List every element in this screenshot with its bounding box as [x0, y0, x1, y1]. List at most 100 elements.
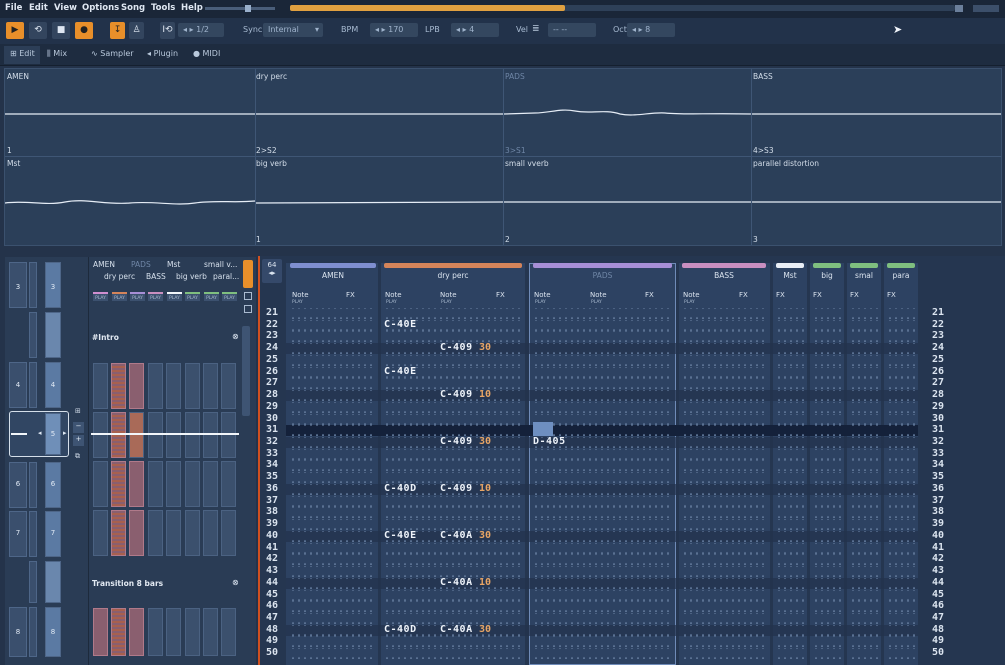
- empty-cell[interactable]: [776, 448, 804, 460]
- note-cell[interactable]: C-40A: [440, 624, 473, 635]
- empty-cell[interactable]: [850, 495, 878, 507]
- sync-select[interactable]: Internal ▾: [263, 23, 323, 37]
- tab-midi[interactable]: ● MIDI: [193, 49, 220, 58]
- empty-cell[interactable]: [887, 378, 915, 390]
- empty-cell[interactable]: [850, 413, 878, 425]
- empty-cell[interactable]: [290, 437, 374, 449]
- empty-cell[interactable]: [850, 542, 878, 554]
- track-name-para[interactable]: para: [887, 271, 915, 280]
- empty-cell[interactable]: [887, 589, 915, 601]
- matrix-clip[interactable]: [221, 461, 236, 507]
- matrix-clip[interactable]: [221, 608, 236, 656]
- empty-cell[interactable]: [384, 413, 522, 425]
- empty-cell[interactable]: [776, 343, 804, 355]
- empty-cell[interactable]: [887, 448, 915, 460]
- empty-cell[interactable]: [776, 507, 804, 519]
- matrix-scrollbar[interactable]: [242, 326, 250, 416]
- empty-cell[interactable]: [887, 472, 915, 484]
- matrix-option-toggle[interactable]: [244, 305, 252, 313]
- matrix-clip[interactable]: [93, 363, 108, 409]
- block-loop-button[interactable]: I⟲: [160, 22, 175, 39]
- empty-cell[interactable]: [813, 319, 841, 331]
- empty-cell[interactable]: [682, 601, 766, 613]
- empty-cell[interactable]: [776, 390, 804, 402]
- fx-column-header[interactable]: FX: [645, 291, 654, 299]
- empty-cell[interactable]: [850, 577, 878, 589]
- empty-cell[interactable]: [290, 331, 374, 343]
- section-title[interactable]: Transition 8 bars: [92, 579, 163, 588]
- matrix-clip[interactable]: [93, 461, 108, 507]
- matrix-clip[interactable]: [203, 608, 218, 656]
- matrix-mode-toggle[interactable]: [243, 260, 253, 288]
- matrix-clip[interactable]: [111, 510, 126, 556]
- empty-cell[interactable]: [384, 378, 522, 390]
- menu-file[interactable]: File: [5, 3, 22, 13]
- volume-cell[interactable]: 10: [479, 483, 491, 494]
- empty-cell[interactable]: [533, 566, 672, 578]
- empty-cell[interactable]: [682, 460, 766, 472]
- matrix-clip[interactable]: [185, 412, 200, 458]
- pattern-length-field[interactable]: 64 ◂▸: [262, 259, 282, 283]
- volume-cell[interactable]: 30: [479, 342, 491, 353]
- empty-cell[interactable]: [813, 483, 841, 495]
- empty-cell[interactable]: [813, 612, 841, 624]
- empty-cell[interactable]: [384, 519, 522, 531]
- sequence-slot[interactable]: [29, 462, 37, 508]
- empty-cell[interactable]: [290, 413, 374, 425]
- track-name-dry-perc[interactable]: dry perc: [384, 271, 522, 280]
- tab-sampler[interactable]: ∿ Sampler: [91, 49, 134, 58]
- empty-cell[interactable]: [290, 601, 374, 613]
- empty-cell[interactable]: [887, 554, 915, 566]
- note-column-header[interactable]: Note: [683, 291, 700, 299]
- track-play-button[interactable]: PLAY: [222, 292, 237, 301]
- empty-cell[interactable]: [384, 612, 522, 624]
- volume-cell[interactable]: 30: [479, 530, 491, 541]
- track-name-pads[interactable]: PADS: [533, 271, 672, 280]
- empty-cell[interactable]: [887, 319, 915, 331]
- empty-cell[interactable]: [850, 343, 878, 355]
- empty-cell[interactable]: [290, 554, 374, 566]
- edit-cursor[interactable]: [533, 422, 553, 437]
- empty-cell[interactable]: [290, 530, 374, 542]
- empty-cell[interactable]: [813, 425, 841, 437]
- matrix-clip[interactable]: [166, 412, 181, 458]
- empty-cell[interactable]: [533, 601, 672, 613]
- empty-cell[interactable]: [290, 354, 374, 366]
- bpm-field[interactable]: ◂ ▸ 170: [370, 23, 418, 37]
- empty-cell[interactable]: [290, 378, 374, 390]
- empty-cell[interactable]: [850, 354, 878, 366]
- empty-cell[interactable]: [533, 378, 672, 390]
- empty-cell[interactable]: [384, 566, 522, 578]
- note-column-header[interactable]: Note: [440, 291, 457, 299]
- empty-cell[interactable]: [533, 343, 672, 355]
- empty-cell[interactable]: [850, 648, 878, 660]
- note-cell[interactable]: C-40E: [384, 319, 417, 330]
- empty-cell[interactable]: [533, 331, 672, 343]
- column-play-label[interactable]: PLAY: [441, 300, 452, 305]
- matrix-clip[interactable]: [129, 363, 144, 409]
- empty-cell[interactable]: [850, 460, 878, 472]
- track-play-button[interactable]: PLAY: [167, 292, 182, 301]
- empty-cell[interactable]: [776, 413, 804, 425]
- empty-cell[interactable]: [290, 648, 374, 660]
- empty-cell[interactable]: [290, 472, 374, 484]
- empty-cell[interactable]: [682, 308, 766, 319]
- grid-icon[interactable]: ⊞: [75, 407, 81, 415]
- empty-cell[interactable]: [850, 566, 878, 578]
- empty-cell[interactable]: [813, 401, 841, 413]
- empty-cell[interactable]: [290, 542, 374, 554]
- master-volume-knob[interactable]: [245, 5, 251, 12]
- empty-cell[interactable]: [887, 331, 915, 343]
- empty-cell[interactable]: [813, 448, 841, 460]
- empty-cell[interactable]: [682, 319, 766, 331]
- empty-cell[interactable]: [813, 472, 841, 484]
- empty-cell[interactable]: [384, 648, 522, 660]
- empty-cell[interactable]: [813, 308, 841, 319]
- empty-cell[interactable]: [533, 460, 672, 472]
- empty-cell[interactable]: [850, 636, 878, 648]
- empty-cell[interactable]: [290, 495, 374, 507]
- empty-cell[interactable]: [290, 589, 374, 601]
- empty-cell[interactable]: [384, 460, 522, 472]
- tab-plugin[interactable]: ◂ Plugin: [147, 49, 178, 58]
- column-play-label[interactable]: PLAY: [386, 300, 397, 305]
